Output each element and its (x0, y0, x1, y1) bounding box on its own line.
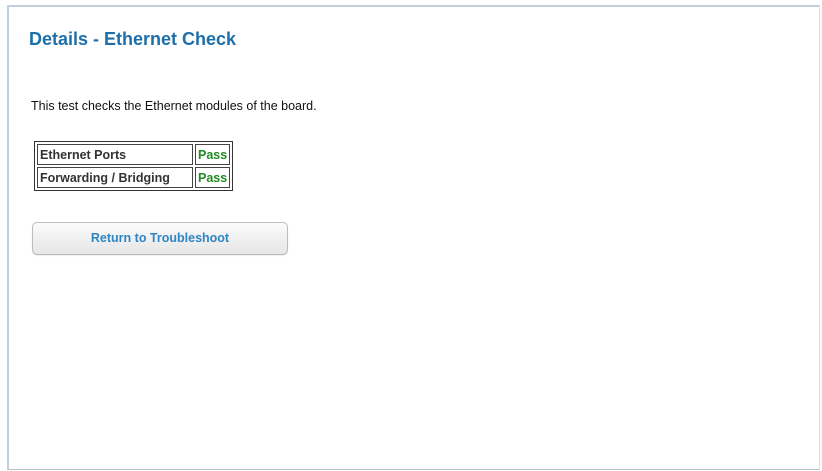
test-name-cell: Forwarding / Bridging (37, 167, 193, 188)
details-panel: Details - Ethernet Check This test check… (7, 5, 820, 470)
results-table: Ethernet Ports Pass Forwarding / Bridgin… (34, 141, 234, 191)
table-row: Forwarding / Bridging Pass (37, 167, 231, 188)
table-row: Ethernet Ports Pass (37, 144, 231, 165)
status-cell: Pass (195, 167, 231, 188)
status-cell: Pass (195, 144, 231, 165)
return-to-troubleshoot-button[interactable]: Return to Troubleshoot (32, 222, 288, 255)
test-name-cell: Ethernet Ports (37, 144, 193, 165)
test-description: This test checks the Ethernet modules of… (31, 99, 317, 113)
page-title: Details - Ethernet Check (29, 29, 237, 49)
